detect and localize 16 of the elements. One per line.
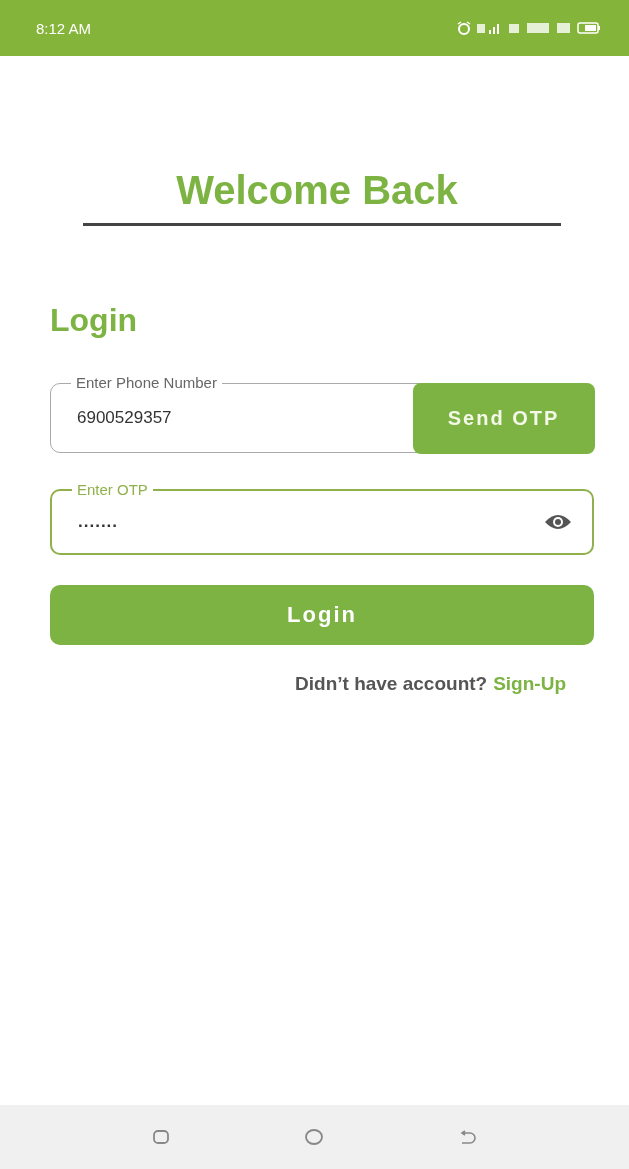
field-label: Enter Phone Number — [71, 374, 222, 391]
recents-icon[interactable] — [152, 1129, 171, 1145]
alarm-icon — [457, 21, 471, 35]
status-time: 8:12 AM — [36, 19, 92, 37]
eye-icon[interactable] — [544, 513, 572, 531]
send-otp-button[interactable]: Send OTP — [412, 382, 595, 454]
welcome-title: Welcome Back — [175, 168, 459, 213]
battery-icon — [577, 21, 601, 35]
otp-value: ....... — [77, 512, 120, 532]
signup-link[interactable]: Sign-Up — [493, 673, 566, 695]
signup-prompt: Didn’t have account? — [295, 673, 488, 695]
home-icon[interactable] — [304, 1128, 325, 1146]
phone-value: 6900529357 — [76, 408, 173, 428]
login-button[interactable]: Login — [50, 585, 594, 645]
login-heading: Login — [50, 302, 139, 339]
back-icon[interactable] — [458, 1129, 477, 1145]
